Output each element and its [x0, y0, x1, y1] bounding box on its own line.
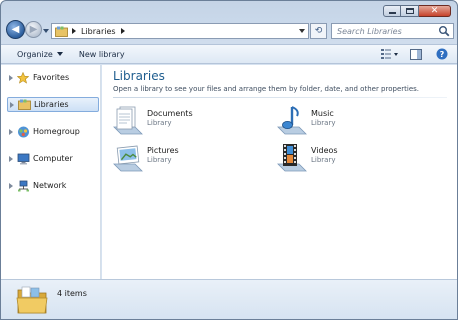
content-pane: Libraries Open a library to see your fil… [102, 65, 457, 279]
svg-text:?: ? [440, 50, 445, 59]
search-box[interactable]: Search Libraries [331, 23, 454, 39]
breadcrumb-libraries[interactable]: Libraries [81, 27, 116, 36]
network-icon [16, 180, 30, 192]
close-icon: ✕ [430, 5, 439, 16]
videos-icon [275, 142, 309, 174]
page-title: Libraries [113, 69, 165, 83]
library-item-documents[interactable]: Documents Library [111, 105, 261, 137]
nav-label: Computer [33, 154, 73, 163]
navigation-pane: Favorites Libraries Homegroup Computer N… [1, 65, 101, 279]
details-pane: 4 items [1, 279, 457, 319]
library-name: Videos [311, 146, 338, 155]
library-item-pictures[interactable]: Pictures Library [111, 142, 261, 174]
library-name: Pictures [147, 146, 179, 155]
libraries-folder-icon [16, 284, 50, 316]
expand-arrow-icon[interactable] [9, 128, 13, 135]
expand-arrow-icon[interactable] [9, 182, 13, 189]
item-count: 4 items [57, 289, 87, 298]
back-button[interactable]: ◀ [6, 20, 25, 39]
address-dropdown-icon[interactable] [299, 29, 305, 33]
preview-pane-button[interactable] [407, 47, 425, 61]
chevron-down-icon [56, 52, 63, 56]
forward-arrow-icon: ▶ [29, 23, 38, 35]
library-name: Documents [147, 109, 193, 118]
page-description: Open a library to see your files and arr… [113, 85, 419, 93]
help-icon: ? [436, 48, 448, 60]
help-button[interactable]: ? [433, 47, 451, 61]
library-item-videos[interactable]: Videos Library [275, 142, 425, 174]
documents-icon [111, 105, 145, 137]
nav-item-homegroup[interactable]: Homegroup [7, 124, 99, 139]
nav-item-favorites[interactable]: Favorites [7, 70, 99, 85]
star-icon [16, 71, 30, 84]
nav-label: Homegroup [33, 127, 80, 136]
music-icon [275, 105, 309, 137]
nav-item-network[interactable]: Network [7, 178, 99, 193]
breadcrumb-separator-icon[interactable] [72, 28, 76, 34]
forward-button[interactable]: ▶ [25, 21, 42, 38]
library-item-music[interactable]: Music Library [275, 105, 425, 137]
new-library-label: New library [78, 49, 125, 59]
expand-arrow-icon[interactable] [9, 155, 13, 162]
new-library-button[interactable]: New library [73, 45, 131, 63]
explorer-window: ✕ ◀ ▶ Libraries ⟲ Search Libraries Organ… [0, 0, 458, 320]
organize-menu[interactable]: Organize [11, 45, 69, 63]
search-icon[interactable] [438, 25, 450, 37]
header-divider [113, 97, 447, 98]
close-button[interactable]: ✕ [419, 5, 451, 17]
library-type: Library [311, 156, 336, 164]
homegroup-icon [16, 126, 30, 138]
pictures-icon [111, 142, 145, 174]
minimize-icon [388, 12, 396, 14]
refresh-button[interactable]: ⟲ [310, 23, 327, 39]
libraries-icon [55, 26, 68, 37]
computer-icon [16, 153, 30, 165]
breadcrumb-chevron-icon[interactable] [120, 28, 125, 34]
nav-label: Favorites [33, 73, 70, 82]
refresh-icon: ⟲ [314, 26, 323, 36]
address-bar[interactable]: Libraries [51, 23, 309, 39]
back-arrow-icon: ◀ [11, 23, 20, 35]
recent-pages-button[interactable] [42, 27, 50, 35]
library-type: Library [147, 119, 172, 127]
nav-item-computer[interactable]: Computer [7, 151, 99, 166]
organize-label: Organize [17, 49, 53, 59]
expand-arrow-icon[interactable] [10, 101, 14, 108]
search-input[interactable]: Search Libraries [337, 27, 438, 36]
change-view-button[interactable] [381, 47, 399, 61]
chevron-down-icon [43, 29, 49, 33]
minimize-button[interactable] [383, 5, 401, 17]
library-type: Library [311, 119, 336, 127]
libraries-icon [17, 99, 31, 111]
maximize-button[interactable] [401, 5, 419, 17]
view-controls: ? [373, 47, 451, 61]
library-type: Library [147, 156, 172, 164]
maximize-icon [405, 8, 414, 14]
expand-arrow-icon[interactable] [9, 74, 13, 81]
command-bar: Organize New library ? [1, 44, 457, 64]
nav-item-libraries[interactable]: Libraries [7, 97, 99, 112]
library-name: Music [311, 109, 334, 118]
nav-label: Network [33, 181, 67, 190]
caption-buttons: ✕ [383, 5, 451, 17]
nav-label: Libraries [34, 100, 69, 109]
